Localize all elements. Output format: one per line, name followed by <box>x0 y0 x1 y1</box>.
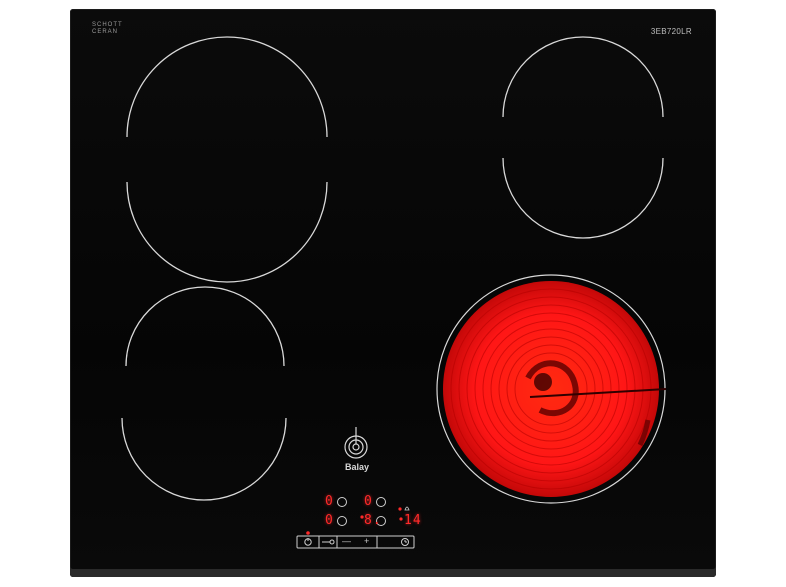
display-front-left: 0 <box>325 513 334 528</box>
timer-indicator-dot <box>398 507 402 511</box>
timer-indicator-dot <box>399 517 403 521</box>
minus-button[interactable]: — <box>342 536 351 546</box>
power-icon[interactable] <box>304 538 312 546</box>
bell-icon <box>404 506 410 511</box>
zone-front-left[interactable] <box>121 286 287 501</box>
timer-display: 14 <box>404 513 422 528</box>
balay-logo-icon <box>344 427 368 459</box>
display-rear-right: 0 <box>364 494 373 509</box>
key-lock-icon[interactable] <box>322 539 335 545</box>
clock-icon[interactable] <box>401 538 409 546</box>
display-front-right: 8. <box>364 513 382 528</box>
control-strip <box>296 535 415 549</box>
cooking-zones <box>121 36 667 549</box>
zone-rear-left[interactable] <box>126 36 328 283</box>
zone-select-rear-right-button[interactable] <box>376 497 386 507</box>
zone-front-right-active[interactable] <box>436 274 667 504</box>
zone-select-front-left-button[interactable] <box>337 516 347 526</box>
brand-name: Balay <box>345 462 370 472</box>
power-indicator <box>306 531 310 535</box>
plus-button[interactable]: + <box>364 536 369 546</box>
display-rear-left: 0 <box>325 494 334 509</box>
zone-rear-right[interactable] <box>502 36 664 239</box>
zone-select-rear-left-button[interactable] <box>337 497 347 507</box>
